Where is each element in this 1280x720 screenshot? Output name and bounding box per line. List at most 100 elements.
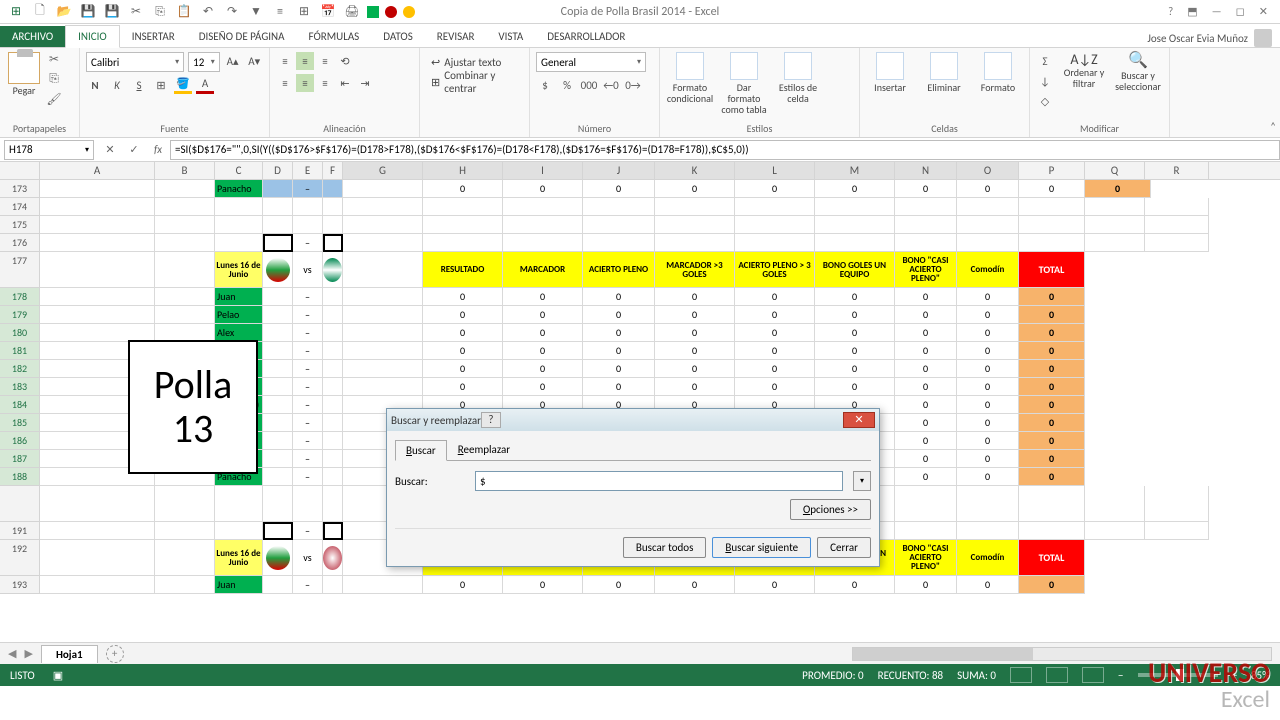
col-header[interactable]: D: [263, 162, 293, 179]
name-box[interactable]: H178▾: [4, 140, 94, 160]
cell[interactable]: [293, 198, 323, 216]
cut-icon[interactable]: ✂: [127, 3, 145, 21]
cell[interactable]: [343, 288, 423, 306]
maximize-icon[interactable]: ◻: [1236, 5, 1245, 18]
undo-icon[interactable]: ↶: [199, 3, 217, 21]
cell[interactable]: [263, 234, 293, 252]
cell[interactable]: [343, 342, 423, 360]
cell[interactable]: 0: [735, 306, 815, 324]
cell[interactable]: 0: [503, 324, 583, 342]
tab-review[interactable]: REVISAR: [425, 26, 487, 47]
cell[interactable]: [155, 252, 215, 288]
cell[interactable]: [1019, 486, 1085, 522]
cell[interactable]: [215, 486, 263, 522]
cell[interactable]: [815, 216, 895, 234]
formula-input[interactable]: =SI($D$176="",0,SI(Y(($D$176>$F$176)=(D1…: [170, 140, 1280, 160]
tab-file[interactable]: ARCHIVO: [0, 26, 65, 47]
cell[interactable]: 0: [895, 342, 957, 360]
col-header[interactable]: M: [815, 162, 895, 179]
cell[interactable]: [155, 234, 215, 252]
cell[interactable]: 0: [1019, 396, 1085, 414]
cell[interactable]: [323, 432, 343, 450]
row-header[interactable]: 188: [0, 468, 40, 486]
cell[interactable]: [263, 288, 293, 306]
fill-color-icon[interactable]: 🪣: [174, 76, 192, 94]
tab-developer[interactable]: DESARROLLADOR: [535, 26, 637, 47]
find-input[interactable]: [475, 471, 843, 491]
new-icon[interactable]: 🗋: [31, 3, 49, 21]
cell[interactable]: Juan: [215, 288, 263, 306]
col-header[interactable]: I: [503, 162, 583, 179]
cell[interactable]: [323, 378, 343, 396]
cell[interactable]: 0: [503, 342, 583, 360]
cell[interactable]: [343, 252, 423, 288]
cell[interactable]: 0: [655, 342, 735, 360]
cell[interactable]: 0: [655, 576, 735, 594]
cell[interactable]: [155, 216, 215, 234]
cell[interactable]: 0: [957, 432, 1019, 450]
cell[interactable]: –: [293, 360, 323, 378]
enter-icon[interactable]: ✓: [122, 143, 146, 156]
cell[interactable]: [343, 198, 423, 216]
dialog-help-icon[interactable]: ?: [481, 412, 501, 428]
find-all-button[interactable]: Buscar todos: [623, 537, 706, 558]
cell[interactable]: [957, 198, 1019, 216]
cell[interactable]: [40, 252, 155, 288]
cell[interactable]: [323, 360, 343, 378]
cell[interactable]: [895, 234, 957, 252]
col-header[interactable]: H: [423, 162, 503, 179]
cell[interactable]: [735, 198, 815, 216]
cell[interactable]: TOTAL: [1019, 540, 1085, 576]
align-right-icon[interactable]: ≡: [316, 74, 334, 92]
copy-icon[interactable]: ⎘: [151, 3, 169, 21]
sheet-tab[interactable]: Hoja1: [41, 645, 98, 663]
cell[interactable]: [263, 198, 293, 216]
cell[interactable]: 0: [815, 324, 895, 342]
cell[interactable]: 0: [957, 378, 1019, 396]
macro-record-icon[interactable]: ▣: [53, 669, 63, 682]
cell[interactable]: [293, 216, 323, 234]
cell[interactable]: [263, 378, 293, 396]
cell[interactable]: [323, 180, 343, 198]
cell[interactable]: [155, 576, 215, 594]
cell[interactable]: Comodín: [957, 252, 1019, 288]
indent-dec-icon[interactable]: ⇤: [336, 74, 354, 92]
row-header[interactable]: 179: [0, 306, 40, 324]
col-header[interactable]: L: [735, 162, 815, 179]
help-icon[interactable]: ?: [1168, 5, 1173, 18]
row-header[interactable]: 174: [0, 198, 40, 216]
cell[interactable]: [423, 198, 503, 216]
cell[interactable]: Lunes 16 de Junio: [215, 252, 263, 288]
sheet-nav-prev-icon[interactable]: ◀: [8, 647, 16, 660]
cell[interactable]: [1085, 216, 1145, 234]
cell[interactable]: –: [293, 432, 323, 450]
cell[interactable]: 0: [583, 288, 655, 306]
cell[interactable]: 0: [815, 360, 895, 378]
cell[interactable]: 0: [735, 288, 815, 306]
cell[interactable]: 0: [1019, 378, 1085, 396]
col-header[interactable]: R: [1145, 162, 1209, 179]
close-button[interactable]: Cerrar: [817, 537, 871, 558]
cell[interactable]: [343, 180, 423, 198]
cell[interactable]: [1085, 234, 1145, 252]
cell[interactable]: 0: [957, 396, 1019, 414]
row-header[interactable]: 184: [0, 396, 40, 414]
cell[interactable]: [1019, 234, 1085, 252]
sort-filter-button[interactable]: A↓ZOrdenar y filtrar: [1060, 52, 1108, 89]
fx-icon[interactable]: fx: [146, 143, 170, 156]
cell[interactable]: [215, 216, 263, 234]
cell[interactable]: [323, 324, 343, 342]
cell[interactable]: [957, 216, 1019, 234]
cell[interactable]: [40, 216, 155, 234]
tab-layout[interactable]: DISEÑO DE PÁGINA: [187, 26, 297, 47]
cell[interactable]: [1145, 216, 1209, 234]
percent-icon[interactable]: %: [558, 76, 576, 94]
cell[interactable]: 0: [423, 180, 503, 198]
cell[interactable]: [1019, 522, 1085, 540]
user-account[interactable]: Jose Oscar Evia Muñoz: [1139, 29, 1280, 47]
cell[interactable]: 0: [895, 450, 957, 468]
cell[interactable]: [323, 216, 343, 234]
cell[interactable]: 0: [423, 576, 503, 594]
inc-dec-icon[interactable]: ←0: [602, 76, 620, 94]
minimize-icon[interactable]: —: [1212, 5, 1222, 18]
